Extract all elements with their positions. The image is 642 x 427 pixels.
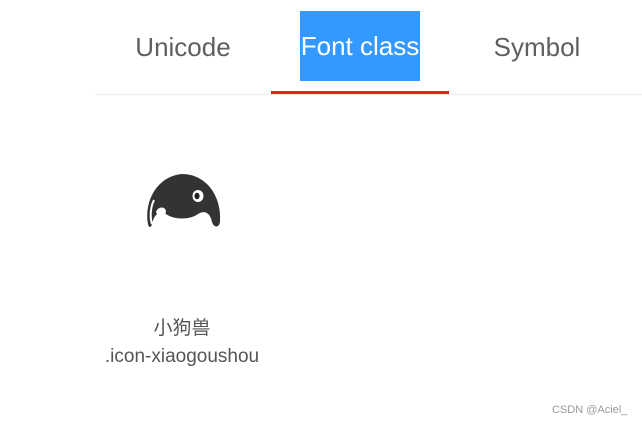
icon-name: 小狗兽 <box>153 318 211 339</box>
tab-unicode-label: Unicode <box>135 31 231 62</box>
active-tab-underline <box>271 91 449 94</box>
icon-card[interactable]: 小狗兽 .icon-xiaogoushou <box>90 150 274 380</box>
tab-bar: Unicode Font class Symbol <box>95 0 642 95</box>
tab-font-class[interactable]: Font class <box>271 0 449 94</box>
icon-font-demo-page: Unicode Font class Symbol 小狗兽 .icon-xiao… <box>0 0 642 427</box>
tab-unicode[interactable]: Unicode <box>95 0 271 94</box>
watermark: CSDN @Aciel_ <box>552 404 628 416</box>
tab-symbol[interactable]: Symbol <box>449 0 625 94</box>
tab-font-class-label: Font class <box>299 10 421 81</box>
tab-symbol-label: Symbol <box>493 31 581 62</box>
xiaogoushou-icon <box>147 174 221 227</box>
icon-class-name: .icon-xiaogoushou <box>104 346 260 367</box>
